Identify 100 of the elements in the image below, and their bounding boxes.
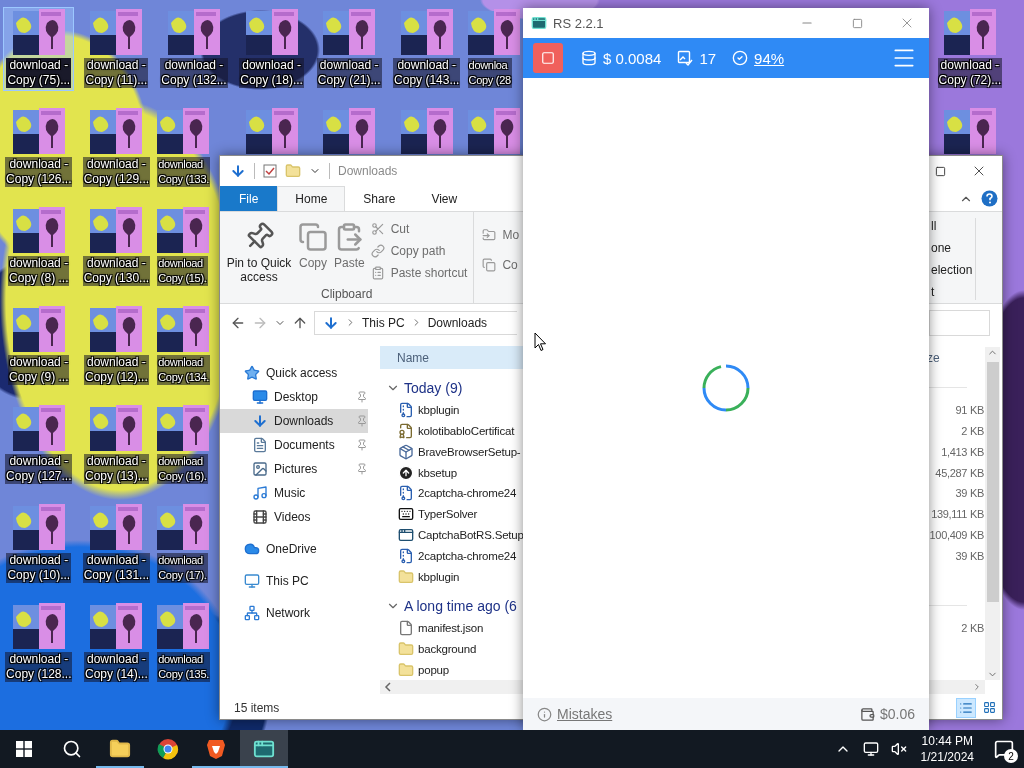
desktop-icon[interactable]: download - Copy (21)... <box>314 8 384 90</box>
desktop-icon[interactable]: downloa Copy (28 <box>465 8 522 90</box>
maximize-icon <box>851 17 863 29</box>
search-field[interactable] <box>929 309 990 336</box>
file-size: 100,409 KB <box>929 528 985 541</box>
mistakes-link[interactable]: Mistakes <box>557 706 613 722</box>
desktop-icon[interactable]: download - Copy (18)... <box>237 8 306 90</box>
nav-item[interactable]: Videos <box>220 505 368 529</box>
ribbon-button[interactable]: Co <box>482 256 520 274</box>
maximize-icon <box>934 165 946 177</box>
download-icon <box>323 314 339 331</box>
ribbon-button[interactable]: Mo <box>482 226 520 244</box>
details-view-button[interactable] <box>956 697 976 718</box>
nav-item[interactable]: Quick access <box>220 361 368 385</box>
desktop-icon[interactable] <box>321 107 378 156</box>
stop-button[interactable] <box>533 43 563 73</box>
desktop-icon[interactable]: download - Copy (13)... <box>82 404 151 486</box>
desktop-icon[interactable]: download - Copy (14)... <box>82 602 151 684</box>
nav-item[interactable]: Network <box>220 601 368 625</box>
nav-item[interactable]: OneDrive <box>220 537 368 561</box>
desktop-icon[interactable]: download - Copy (12)... <box>82 305 151 387</box>
desktop-icon[interactable]: download Copy (134. <box>155 305 212 387</box>
ribbon-button[interactable]: Pin to Quick access <box>226 216 292 287</box>
nav-item[interactable]: Music <box>220 481 368 505</box>
archive-icon <box>398 547 414 564</box>
group-header[interactable]: A long time ago (6 <box>404 597 517 614</box>
nav-item[interactable]: Desktop <box>220 385 368 409</box>
taskbar-app[interactable] <box>240 730 288 768</box>
desktop-icon[interactable]: download - Copy (75)... <box>4 8 74 90</box>
file-label: download Copy (133. <box>157 157 210 187</box>
muted-speaker-icon <box>890 741 907 757</box>
file-name[interactable]: kbplugin <box>418 404 460 417</box>
file-name[interactable]: CaptchaBotRS.Setup <box>418 528 524 541</box>
file-name[interactable]: kbsetup <box>418 466 457 479</box>
file-name[interactable]: kolotibabloCertificat <box>418 424 515 437</box>
file-name[interactable]: background <box>418 642 477 655</box>
monitor-icon <box>252 389 268 405</box>
file-name[interactable]: TyperSolver <box>418 508 478 521</box>
file-name[interactable]: kbplugin <box>418 570 460 583</box>
desktop-icon[interactable]: download - Copy (128... <box>3 602 75 684</box>
help-icon[interactable] <box>981 190 998 207</box>
scrollbar[interactable] <box>929 680 985 694</box>
clock[interactable]: 10:44 PM 1/21/2024 <box>914 733 980 765</box>
file-label: download - Copy (143... <box>393 58 461 88</box>
music-icon <box>252 485 268 501</box>
ribbon-tab[interactable]: File <box>220 186 278 211</box>
desktop-icon[interactable]: download Copy (17). <box>155 503 212 585</box>
desktop-icon[interactable]: download - Copy (9) ... <box>6 305 72 387</box>
file-name[interactable]: 2captcha-chrome24 <box>418 487 517 500</box>
file-label: download - Copy (18)... <box>239 58 304 88</box>
desktop-icon[interactable]: download Copy (133. <box>155 107 212 189</box>
desktop-icon[interactable] <box>941 107 998 156</box>
desktop-icon[interactable] <box>465 107 522 156</box>
group-header[interactable]: Today (9) <box>404 379 463 396</box>
file-name[interactable]: BraveBrowserSetup- <box>418 445 521 458</box>
file-name[interactable]: manifest.json <box>418 622 484 635</box>
desktop-icon[interactable]: download - Copy (8) ... <box>6 206 72 288</box>
notifications-button[interactable]: 2 <box>984 730 1024 768</box>
ribbon-tab[interactable]: View <box>413 186 476 211</box>
nav-item[interactable]: Downloads <box>220 409 368 433</box>
grid-icon <box>982 701 996 714</box>
breadcrumb[interactable]: Downloads <box>427 315 488 330</box>
monitor-icon <box>862 741 879 757</box>
file-name[interactable]: popup <box>418 663 449 676</box>
desktop-icon[interactable]: download - Copy (131... <box>80 503 153 585</box>
file-label: download - Copy (130... <box>82 256 151 286</box>
desktop-icon[interactable]: download - Copy (10)... <box>4 503 74 585</box>
desktop-icon[interactable]: download - Copy (132... <box>158 8 230 90</box>
checkbox-icon[interactable] <box>263 164 277 178</box>
desktop-icon[interactable] <box>398 107 455 156</box>
browser-icon <box>157 738 179 760</box>
certificate-icon <box>398 422 414 439</box>
ribbon-text: one <box>931 240 953 256</box>
cloud-icon <box>244 541 260 557</box>
nav-item[interactable]: This PC <box>220 569 368 593</box>
scrollbar[interactable] <box>985 347 1000 680</box>
file-label: download - Copy (126... <box>5 157 73 187</box>
desktop-icon[interactable]: download - Copy (72)... <box>935 8 1005 90</box>
desktop-icon[interactable]: download - Copy (11)... <box>82 8 151 90</box>
desktop-icon[interactable]: download Copy (135. <box>155 602 212 684</box>
nav-item[interactable]: Documents <box>220 433 368 457</box>
image-check-icon <box>677 50 694 66</box>
ribbon-tab[interactable]: Share <box>345 186 414 211</box>
document-icon <box>252 437 268 453</box>
ribbon-tab[interactable]: Home <box>277 186 346 211</box>
nav-item[interactable]: Pictures <box>220 457 368 481</box>
desktop-icon[interactable]: download - Copy (127... <box>3 404 75 486</box>
desktop-icon[interactable]: download - Copy (130... <box>80 206 153 288</box>
file-name[interactable]: 2captcha-chrome24 <box>418 549 517 562</box>
file-label: download Copy (16). <box>157 454 208 484</box>
desktop-icon[interactable]: download - Copy (143... <box>391 8 463 90</box>
desktop-icon[interactable] <box>243 107 300 156</box>
desktop-icon[interactable]: download Copy (15). <box>155 206 212 288</box>
desktop-icon[interactable]: download Copy (16). <box>155 404 212 486</box>
folder-icon <box>398 661 414 678</box>
file-label: download Copy (17). <box>157 553 208 583</box>
desktop-icon[interactable]: download - Copy (129... <box>80 107 153 189</box>
desktop-icon[interactable]: download - Copy (126... <box>3 107 75 189</box>
breadcrumb[interactable]: This PC <box>362 315 405 330</box>
scrollbar[interactable] <box>380 680 524 694</box>
